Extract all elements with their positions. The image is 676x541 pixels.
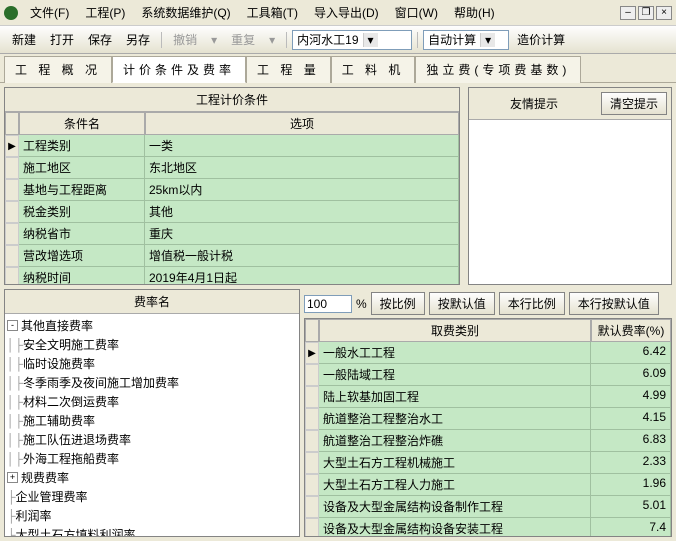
rate-tree-panel: 费率名 -其他直接费率│├安全文明施工费率│├临时设施费率│├冬季雨季及夜间施工… <box>4 289 300 537</box>
rate-ratio-input[interactable] <box>304 295 352 313</box>
save-button[interactable]: 保存 <box>82 29 118 50</box>
rate-row[interactable]: 陆上软基加固工程4.99 <box>305 386 671 408</box>
rate-row[interactable]: 设备及大型金属结构设备制作工程5.01 <box>305 496 671 518</box>
tree-node[interactable]: │├冬季雨季及夜间施工增加费率 <box>7 373 297 392</box>
rate-row[interactable]: 大型土石方工程人力施工1.96 <box>305 474 671 496</box>
redo-dropdown[interactable]: ▾ <box>263 31 281 49</box>
by-ratio-button[interactable]: 按比例 <box>371 292 425 315</box>
rate-head-category: 取费类别 <box>319 319 591 342</box>
redo-button[interactable]: 重复 <box>225 29 261 50</box>
tree-node[interactable]: ├大型土石方填料利润率 <box>7 525 297 536</box>
tree-expand-icon[interactable]: - <box>7 320 18 331</box>
chevron-down-icon[interactable]: ▾ <box>480 33 495 47</box>
cond-row[interactable]: 纳税时间2019年4月1日起 <box>5 267 459 284</box>
menu-window[interactable]: 窗口(W) <box>387 2 446 23</box>
cond-row[interactable]: 税金类别其他 <box>5 201 459 223</box>
cond-row[interactable]: 纳税省市重庆 <box>5 223 459 245</box>
rate-grid[interactable]: ▶一般水工工程6.42一般陆域工程6.09陆上软基加固工程4.99航道整治工程整… <box>305 342 671 536</box>
tree-node[interactable]: │├安全文明施工费率 <box>7 335 297 354</box>
tab-quantities[interactable]: 工 程 量 <box>246 56 331 83</box>
tab-overview[interactable]: 工 程 概 况 <box>4 56 112 83</box>
rate-row[interactable]: 一般陆域工程6.09 <box>305 364 671 386</box>
by-default-button[interactable]: 按默认值 <box>429 292 495 315</box>
menu-tools[interactable]: 工具箱(T) <box>239 2 306 23</box>
menu-io[interactable]: 导入导出(D) <box>306 2 387 23</box>
rate-row[interactable]: 设备及大型金属结构设备安装工程7.4 <box>305 518 671 536</box>
hint-label: 友情提示 <box>473 95 595 112</box>
saveas-button[interactable]: 另存 <box>120 29 156 50</box>
tree-node[interactable]: │├施工队伍进退场费率 <box>7 430 297 449</box>
cond-row[interactable]: ▶工程类别一类 <box>5 135 459 157</box>
conditions-title: 工程计价条件 <box>5 88 459 112</box>
cond-head-option: 选项 <box>145 112 459 135</box>
open-button[interactable]: 打开 <box>44 29 80 50</box>
tab-pricing-rates[interactable]: 计价条件及费率 <box>112 56 246 83</box>
hint-body <box>469 120 671 284</box>
rate-row[interactable]: ▶一般水工工程6.42 <box>305 342 671 364</box>
combo-autocalc[interactable]: 自动计算 ▾ <box>423 30 509 50</box>
row-ratio-button[interactable]: 本行比例 <box>499 292 565 315</box>
menu-file[interactable]: 文件(F) <box>22 2 77 23</box>
menu-help[interactable]: 帮助(H) <box>446 2 503 23</box>
hint-panel: 友情提示 清空提示 <box>468 87 672 285</box>
tree-node[interactable]: -其他直接费率 <box>7 316 297 335</box>
clear-hint-button[interactable]: 清空提示 <box>601 92 667 115</box>
combo-waterway[interactable]: 内河水工19 ▾ <box>292 30 412 50</box>
percent-label: % <box>356 297 367 311</box>
tab-independent-fees[interactable]: 独立费(专项费基数) <box>415 56 581 83</box>
rate-head-default: 默认费率(%) <box>591 319 671 342</box>
rate-row[interactable]: 大型土石方工程机械施工2.33 <box>305 452 671 474</box>
tree-node[interactable]: +规费费率 <box>7 468 297 487</box>
undo-button[interactable]: 撤销 <box>167 29 203 50</box>
tree-node[interactable]: ├利润率 <box>7 506 297 525</box>
tab-bar: 工 程 概 况 计价条件及费率 工 程 量 工 料 机 独立费(专项费基数) <box>0 54 676 83</box>
min-button[interactable]: – <box>620 6 636 20</box>
new-button[interactable]: 新建 <box>6 29 42 50</box>
tree-node[interactable]: │├临时设施费率 <box>7 354 297 373</box>
rate-tree[interactable]: -其他直接费率│├安全文明施工费率│├临时设施费率│├冬季雨季及夜间施工增加费率… <box>5 314 299 536</box>
cost-calc-button[interactable]: 造价计算 <box>511 29 571 50</box>
cond-row[interactable]: 基地与工程距离25km以内 <box>5 179 459 201</box>
close-button[interactable]: × <box>656 6 672 20</box>
tab-materials[interactable]: 工 料 机 <box>331 56 416 83</box>
rate-tree-title: 费率名 <box>5 290 299 314</box>
cond-head-name: 条件名 <box>19 112 145 135</box>
tree-node[interactable]: │├外海工程拖船费率 <box>7 449 297 468</box>
tree-expand-icon[interactable]: + <box>7 472 18 483</box>
tree-node[interactable]: │├材料二次倒运费率 <box>7 392 297 411</box>
app-icon <box>4 6 18 20</box>
chevron-down-icon[interactable]: ▾ <box>363 33 378 47</box>
rate-row[interactable]: 航道整治工程整治水工4.15 <box>305 408 671 430</box>
combo-autocalc-value: 自动计算 <box>428 31 476 48</box>
menu-project[interactable]: 工程(P) <box>77 2 133 23</box>
conditions-panel: 工程计价条件 条件名 选项 ▶工程类别一类施工地区东北地区基地与工程距离25km… <box>4 87 460 285</box>
tree-node[interactable]: │├施工辅助费率 <box>7 411 297 430</box>
toolbar: 新建 打开 保存 另存 撤销 ▾ 重复 ▾ 内河水工19 ▾ 自动计算 ▾ 造价… <box>0 26 676 54</box>
row-default-button[interactable]: 本行按默认值 <box>569 292 659 315</box>
undo-dropdown[interactable]: ▾ <box>205 31 223 49</box>
tree-node[interactable]: ├企业管理费率 <box>7 487 297 506</box>
rate-row[interactable]: 航道整治工程整治炸礁6.83 <box>305 430 671 452</box>
restore-button[interactable]: ❐ <box>638 6 654 20</box>
menu-sysdata[interactable]: 系统数据维护(Q) <box>133 2 238 23</box>
menu-bar: 文件(F) 工程(P) 系统数据维护(Q) 工具箱(T) 导入导出(D) 窗口(… <box>0 0 676 26</box>
combo-waterway-value: 内河水工19 <box>297 31 358 48</box>
conditions-grid[interactable]: ▶工程类别一类施工地区东北地区基地与工程距离25km以内税金类别其他纳税省市重庆… <box>5 135 459 284</box>
cond-row[interactable]: 施工地区东北地区 <box>5 157 459 179</box>
rate-panel: % 按比例 按默认值 本行比例 本行按默认值 取费类别 默认费率(%) ▶一般水… <box>304 289 672 537</box>
cond-row[interactable]: 营改增选项增值税一般计税 <box>5 245 459 267</box>
